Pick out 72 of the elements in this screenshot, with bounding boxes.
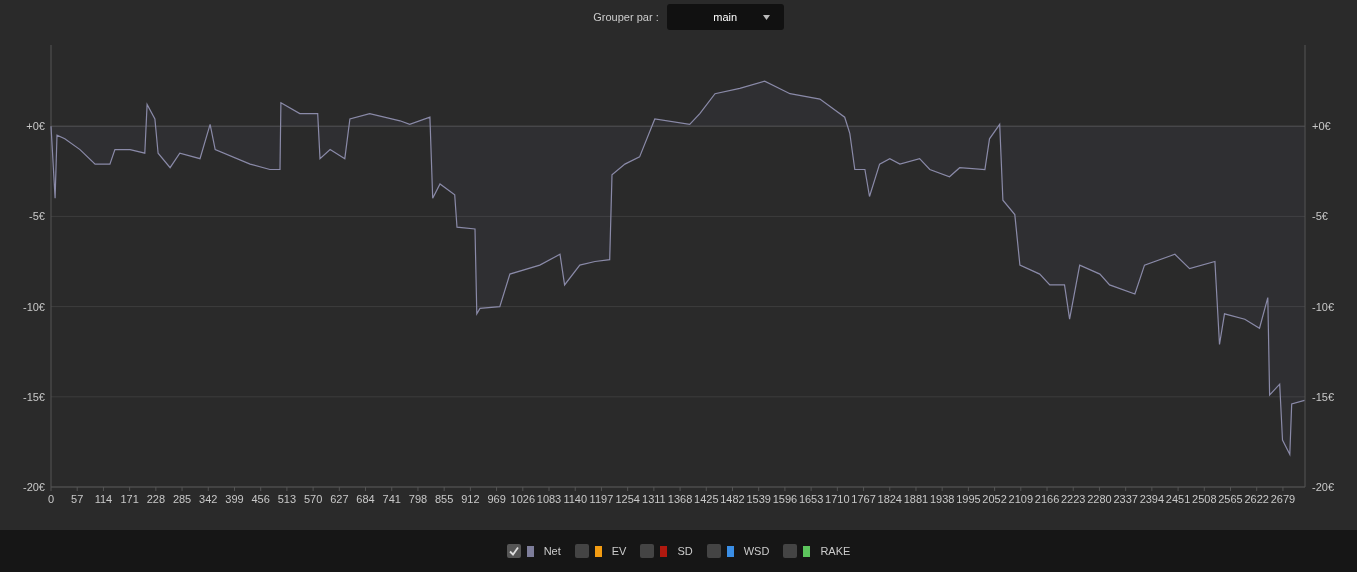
x-tick-label: 1767 bbox=[851, 493, 876, 505]
x-tick-label: 1197 bbox=[589, 493, 614, 505]
x-tick-label: 57 bbox=[71, 493, 84, 505]
x-tick-label: 1539 bbox=[746, 493, 771, 505]
x-tick-label: 1140 bbox=[563, 493, 588, 505]
x-tick-label: 285 bbox=[172, 493, 192, 505]
x-tick-label: 2451 bbox=[1165, 493, 1191, 505]
x-tick-label: 2166 bbox=[1034, 493, 1060, 505]
y-tick-label: -15€ bbox=[22, 390, 45, 403]
y-tick-label: -15€ bbox=[1312, 390, 1335, 403]
x-tick-label: 171 bbox=[120, 493, 139, 505]
x-tick-label: 513 bbox=[277, 493, 297, 505]
x-tick-label: 342 bbox=[199, 493, 218, 505]
x-tick-label: 570 bbox=[303, 493, 323, 505]
x-tick-label: 2565 bbox=[1218, 493, 1243, 505]
x-tick-label: 1710 bbox=[825, 493, 850, 505]
x-tick-label: 2394 bbox=[1139, 493, 1165, 505]
legend-label: RAKE bbox=[820, 545, 851, 557]
x-tick-label: 2679 bbox=[1270, 493, 1296, 505]
x-tick-label: 1938 bbox=[929, 493, 955, 505]
checkbox[interactable] bbox=[574, 544, 589, 558]
x-tick-label: 684 bbox=[356, 493, 375, 505]
y-tick-label: -10€ bbox=[1312, 300, 1335, 313]
check-icon bbox=[508, 546, 519, 556]
x-tick-label: 1026 bbox=[510, 493, 536, 505]
caret-icon bbox=[762, 15, 770, 20]
x-tick-label: 1425 bbox=[694, 493, 719, 505]
x-tick-label: 2109 bbox=[1008, 493, 1034, 505]
x-tick-label: 969 bbox=[487, 493, 506, 505]
x-tick-label: 1368 bbox=[667, 493, 693, 505]
x-tick-label: 2622 bbox=[1244, 493, 1269, 505]
x-tick-label: 1596 bbox=[772, 493, 798, 505]
checkbox[interactable] bbox=[506, 544, 521, 558]
x-tick-label: 798 bbox=[408, 493, 428, 505]
x-tick-label: 399 bbox=[225, 493, 244, 505]
x-tick-label: 228 bbox=[146, 493, 165, 505]
x-tick-label: 1824 bbox=[877, 493, 902, 505]
y-tick-label: +0€ bbox=[1312, 120, 1331, 133]
x-tick-label: 2280 bbox=[1087, 493, 1112, 505]
x-tick-label: 456 bbox=[251, 493, 270, 505]
legend-label: EV bbox=[611, 545, 627, 557]
x-tick-label: 1083 bbox=[536, 493, 562, 505]
group-by-dropdown[interactable]: main bbox=[666, 4, 784, 30]
x-tick-label: 1482 bbox=[720, 493, 745, 505]
checkbox[interactable] bbox=[640, 544, 655, 558]
y-tick-label: -10€ bbox=[22, 300, 45, 313]
legend-label: Net bbox=[543, 545, 561, 557]
checkbox[interactable] bbox=[706, 544, 721, 558]
y-tick-label: +0€ bbox=[26, 120, 45, 133]
x-tick-label: 741 bbox=[382, 493, 401, 505]
x-tick-label: 2337 bbox=[1113, 493, 1138, 505]
group-by-label: Grouper par : bbox=[593, 11, 659, 23]
x-tick-label: 1881 bbox=[903, 493, 929, 505]
x-tick-label: 912 bbox=[461, 493, 480, 505]
y-tick-label: -20€ bbox=[22, 481, 45, 493]
x-tick-label: 627 bbox=[330, 493, 349, 505]
legend-label: SD bbox=[677, 545, 693, 557]
x-tick-label: 1653 bbox=[798, 493, 824, 505]
x-tick-label: 2223 bbox=[1061, 493, 1086, 505]
x-tick-label: 2508 bbox=[1192, 493, 1217, 505]
y-tick-label: -20€ bbox=[1312, 481, 1335, 493]
x-tick-label: 114 bbox=[94, 493, 113, 505]
legend-label: WSD bbox=[743, 545, 770, 557]
x-tick-label: 855 bbox=[435, 493, 454, 505]
checkbox[interactable] bbox=[783, 544, 798, 558]
x-tick-label: 1995 bbox=[956, 493, 981, 505]
x-tick-label: 1254 bbox=[615, 493, 640, 505]
x-tick-label: 2052 bbox=[982, 493, 1007, 505]
x-tick-label: 1311 bbox=[642, 493, 666, 505]
y-tick-label: -5€ bbox=[1312, 210, 1328, 223]
y-tick-label: -5€ bbox=[29, 210, 45, 223]
x-tick-label: 0 bbox=[47, 493, 55, 505]
